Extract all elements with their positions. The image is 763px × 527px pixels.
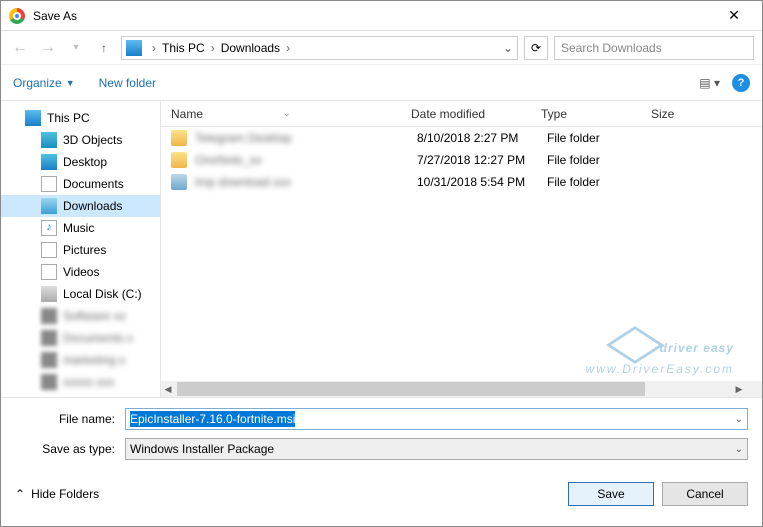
scroll-left-icon[interactable]: ◀ <box>161 384 175 395</box>
blur-icon <box>41 374 57 390</box>
sidebar-item-pictures[interactable]: Pictures <box>1 239 160 261</box>
sidebar-item-videos[interactable]: Videos <box>1 261 160 283</box>
file-row[interactable]: OneNote_xx 7/27/2018 12:27 PM File folde… <box>161 149 762 171</box>
window-title: Save As <box>33 9 714 23</box>
sidebar-item-local-disk[interactable]: Local Disk (C:) <box>1 283 160 305</box>
sidebar-item-downloads[interactable]: Downloads <box>1 195 160 217</box>
up-arrow-icon[interactable]: ↑ <box>93 37 115 59</box>
column-date[interactable]: Date modified <box>411 107 541 121</box>
column-name[interactable]: Name⌄ <box>161 107 411 121</box>
column-type[interactable]: Type <box>541 107 651 121</box>
document-icon <box>41 176 57 192</box>
chevron-down-icon: ▼ <box>66 78 75 88</box>
sidebar-item-desktop[interactable]: Desktop <box>1 151 160 173</box>
column-headers: Name⌄ Date modified Type Size <box>161 101 762 127</box>
blur-icon <box>41 308 57 324</box>
folder-icon <box>171 174 187 190</box>
music-icon <box>41 220 57 236</box>
sidebar-item-3d-objects[interactable]: 3D Objects <box>1 129 160 151</box>
save-button[interactable]: Save <box>568 482 654 506</box>
download-icon <box>41 198 57 214</box>
sidebar-item-redacted[interactable]: Software xx <box>1 305 160 327</box>
horizontal-scrollbar[interactable]: ◀ ▶ <box>161 381 746 397</box>
toolbar: Organize ▼ New folder ▤ ▾ ? <box>1 65 762 101</box>
sidebar-item-documents[interactable]: Documents <box>1 173 160 195</box>
close-icon[interactable]: ✕ <box>714 7 754 24</box>
sidebar-item-redacted[interactable]: Documents x <box>1 327 160 349</box>
file-row[interactable]: Telegram Desktop 8/10/2018 2:27 PM File … <box>161 127 762 149</box>
form-area: File name: EpicInstaller-7.16.0-fortnite… <box>1 397 762 476</box>
refresh-icon[interactable]: ⟳ <box>524 36 548 60</box>
savetype-label: Save as type: <box>15 442 125 456</box>
cancel-button[interactable]: Cancel <box>662 482 748 506</box>
sidebar-scroll-indicator <box>746 381 762 397</box>
scrollbar-thumb[interactable] <box>177 382 645 396</box>
hide-folders-toggle[interactable]: ⌃ Hide Folders <box>15 487 99 501</box>
file-name-redacted: tmp download xxx <box>195 175 417 189</box>
sidebar-item-music[interactable]: Music <box>1 217 160 239</box>
chevron-down-icon[interactable]: ⌄ <box>735 444 743 455</box>
chevron-up-icon: ⌃ <box>15 487 25 501</box>
picture-icon <box>41 242 57 258</box>
down-arrow-drive-icon <box>126 40 142 56</box>
blur-icon <box>41 330 57 346</box>
savetype-value: Windows Installer Package <box>130 442 274 456</box>
filename-label: File name: <box>15 412 125 426</box>
breadcrumb[interactable]: › This PC › Downloads › ⌄ <box>121 36 518 60</box>
disk-icon <box>41 286 57 302</box>
file-name-redacted: Telegram Desktop <box>195 131 417 145</box>
forward-arrow-icon: → <box>37 37 59 59</box>
chevron-right-icon[interactable]: › <box>282 41 294 55</box>
breadcrumb-folder[interactable]: Downloads <box>221 41 280 55</box>
file-name-redacted: OneNote_xx <box>195 153 417 167</box>
filename-value[interactable]: EpicInstaller-7.16.0-fortnite.msi <box>130 411 295 427</box>
organize-menu[interactable]: Organize ▼ <box>13 76 75 90</box>
search-placeholder: Search Downloads <box>561 41 662 55</box>
title-bar: Save As ✕ <box>1 1 762 31</box>
back-arrow-icon[interactable]: ← <box>9 37 31 59</box>
file-list: Name⌄ Date modified Type Size Telegram D… <box>161 101 762 397</box>
search-input[interactable]: Search Downloads <box>554 36 754 60</box>
footer: ⌃ Hide Folders Save Cancel <box>1 476 762 516</box>
chevron-right-icon[interactable]: › <box>207 41 219 55</box>
view-options-icon[interactable]: ▤ ▾ <box>699 76 720 90</box>
recent-dropdown-icon[interactable]: ▾ <box>65 37 87 59</box>
chrome-icon <box>9 8 25 24</box>
chevron-down-icon[interactable]: ⌄ <box>735 414 743 425</box>
pc-icon <box>25 110 41 126</box>
sidebar-item-redacted[interactable]: marketing x <box>1 349 160 371</box>
help-icon[interactable]: ? <box>732 74 750 92</box>
scroll-right-icon[interactable]: ▶ <box>732 384 746 395</box>
sort-indicator-icon: ⌄ <box>283 108 291 119</box>
cube-icon <box>41 132 57 148</box>
folder-icon <box>171 152 187 168</box>
new-folder-button[interactable]: New folder <box>99 76 156 90</box>
sidebar-item-this-pc[interactable]: This PC <box>1 107 160 129</box>
chevron-right-icon[interactable]: › <box>148 41 160 55</box>
sidebar-item-redacted[interactable]: xxxxx xxx <box>1 371 160 393</box>
filename-input[interactable]: EpicInstaller-7.16.0-fortnite.msi ⌄ <box>125 408 748 430</box>
nav-bar: ← → ▾ ↑ › This PC › Downloads › ⌄ ⟳ Sear… <box>1 31 762 65</box>
video-icon <box>41 264 57 280</box>
folder-icon <box>171 130 187 146</box>
breadcrumb-root[interactable]: This PC <box>162 41 205 55</box>
savetype-select[interactable]: Windows Installer Package ⌄ <box>125 438 748 460</box>
breadcrumb-dropdown-icon[interactable]: ⌄ <box>503 41 513 55</box>
blur-icon <box>41 352 57 368</box>
column-size[interactable]: Size <box>651 107 711 121</box>
sidebar: This PC 3D Objects Desktop Documents Dow… <box>1 101 161 397</box>
desktop-icon <box>41 154 57 170</box>
file-row[interactable]: tmp download xxx 10/31/2018 5:54 PM File… <box>161 171 762 193</box>
